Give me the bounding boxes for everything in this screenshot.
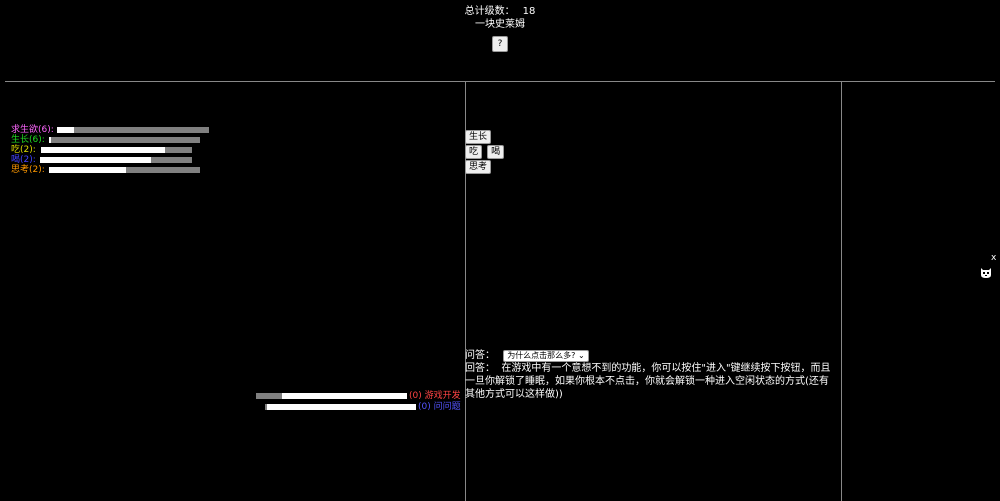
think-button[interactable]: 思考 [465, 160, 492, 174]
cat-icon[interactable] [979, 265, 993, 279]
qa-question-row: 问答： 为什么点击那么多? ⌄ [465, 349, 835, 362]
stat-bar-grow [49, 137, 200, 143]
actions-row-2: 吃 喝 [465, 139, 505, 159]
help-button[interactable]: ? [492, 36, 508, 52]
stat-bar-fill-survival [57, 127, 74, 133]
game-title: 一块史莱姆 [475, 19, 525, 30]
dev-count-game-dev: (0) [409, 391, 422, 401]
dev-bar-fill-game-dev [281, 393, 407, 399]
qa-answer-label: 回答： [465, 363, 495, 374]
stat-label-survival: 求生欲(6): [11, 125, 54, 135]
horizontal-divider [5, 81, 995, 82]
actions-row-1: 生长 [465, 124, 504, 144]
total-levels: 总计级数： 18 [0, 6, 1000, 18]
total-levels-value: 18 [522, 6, 536, 17]
qa-question-label: 问答： [465, 350, 495, 361]
game-page: 总计级数： 18 一块史莱姆 ? 求生欲(6): 生长(6): 吃(2): 喝(2… [0, 0, 1000, 501]
chevron-down-icon: ⌄ [577, 351, 585, 360]
dev-label-ask: 问问题 [433, 402, 461, 412]
vertical-divider-right [841, 81, 842, 501]
actions-panel: 生长 吃 喝 思考 [465, 124, 505, 174]
total-levels-label: 总计级数： [464, 6, 515, 17]
stat-bar-drink [40, 157, 192, 163]
dev-count-ask: (0) [418, 402, 431, 412]
dev-bar-fill-ask [266, 404, 416, 410]
qa-question-select[interactable]: 为什么点击那么多? ⌄ [503, 350, 589, 362]
qa-panel: 问答： 为什么点击那么多? ⌄ 回答： 在游戏中有一个意想不到的功能，你可以按住… [465, 349, 835, 401]
header: 总计级数： 18 一块史莱姆 ? [0, 0, 1000, 52]
stat-bar-survival [57, 127, 209, 133]
stat-bar-fill-grow [49, 137, 51, 143]
stat-label-grow: 生长(6): [11, 135, 45, 145]
stat-bar-eat [41, 147, 192, 153]
stat-bar-fill-think [49, 167, 126, 173]
qa-selected-question: 为什么点击那么多? [507, 351, 576, 360]
stat-label-drink: 喝(2): [11, 155, 36, 165]
stat-label-eat: 吃(2): [11, 145, 36, 155]
close-icon[interactable]: x [991, 253, 996, 263]
dev-text-game-dev: (0) 游戏开发 [409, 391, 461, 402]
qa-answer-text: 在游戏中有一个意想不到的功能，你可以按住"进入"键继续按下按钮，而且一旦你解锁了… [465, 363, 831, 400]
dev-text-ask: (0) 问问题 [418, 402, 461, 413]
dev-bar-ask [265, 404, 416, 410]
stat-bar-fill-drink [40, 157, 151, 163]
stat-bar-think [49, 167, 200, 173]
dev-bar-game-dev [256, 393, 407, 399]
stat-bar-fill-eat [41, 147, 165, 153]
dev-label-game-dev: 游戏开发 [424, 391, 461, 401]
stat-label-think: 思考(2): [11, 165, 45, 175]
qa-answer-row: 回答： 在游戏中有一个意想不到的功能，你可以按住"进入"键继续按下按钮，而且一旦… [465, 362, 835, 401]
